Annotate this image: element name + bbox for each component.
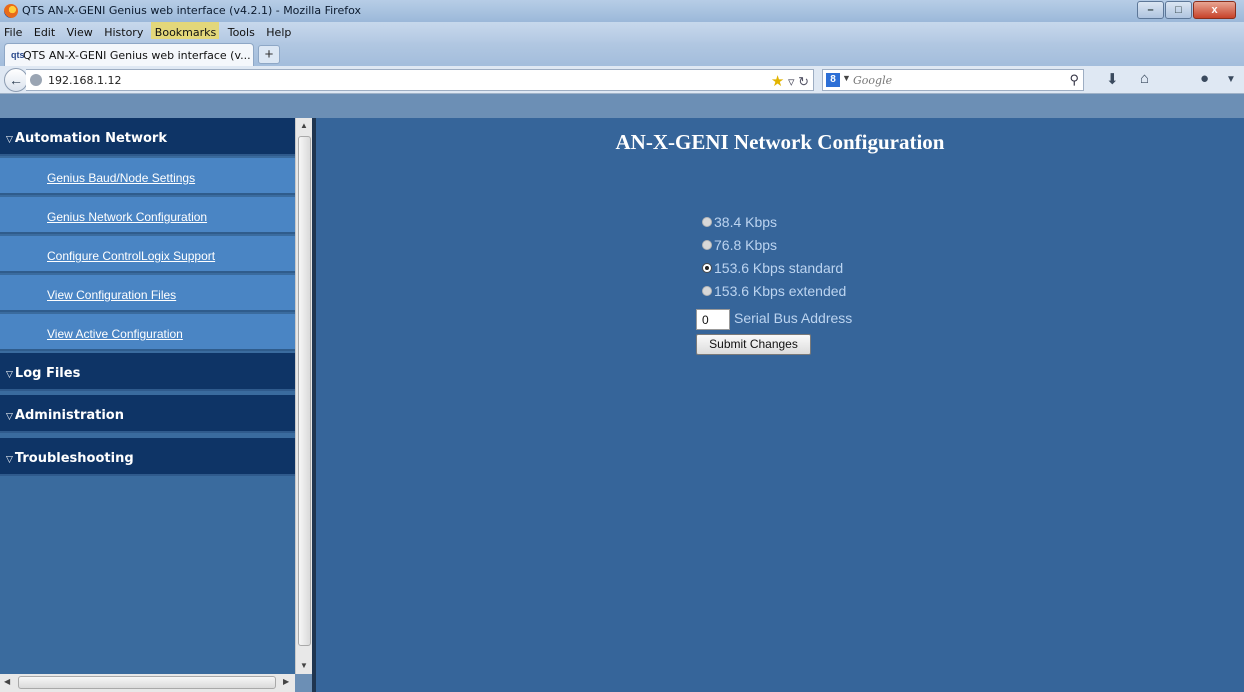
baud-option-153-6-extended[interactable]: 153.6 Kbps extended xyxy=(702,281,846,301)
minimize-button[interactable]: – xyxy=(1137,1,1164,19)
sidebar-section-label: Administration xyxy=(14,408,124,423)
sidebar-horizontal-scrollbar[interactable]: ◀ ▶ xyxy=(0,674,295,692)
search-engine-dropdown-icon[interactable]: ▼ xyxy=(842,73,851,83)
menu-history[interactable]: History xyxy=(100,22,146,39)
sidebar-section-label: Log Files xyxy=(14,366,81,381)
baud-option-38-4[interactable]: 38.4 Kbps xyxy=(702,212,777,232)
sidebar-link-label[interactable]: View Configuration Files xyxy=(47,288,176,302)
sidebar-link-configure-controllogix-support[interactable]: Configure ControlLogix Support xyxy=(0,236,295,273)
sidebar-link-view-configuration-files[interactable]: View Configuration Files xyxy=(0,275,295,312)
radio-button[interactable] xyxy=(702,286,712,296)
radio-button[interactable] xyxy=(702,240,712,250)
sidebar-section-label: Automation Network xyxy=(14,131,167,146)
page-content: ▽ Automation Network Genius Baud/Node Set… xyxy=(0,118,1244,692)
browser-tab[interactable]: qts QTS AN-X-GENI Genius web interface (… xyxy=(4,43,254,66)
sidebar-link-label[interactable]: Configure ControlLogix Support xyxy=(47,249,215,263)
horizontal-scroll-thumb[interactable] xyxy=(18,676,276,689)
bookmark-star-icon[interactable]: ★ xyxy=(771,73,784,90)
menu-edit[interactable]: Edit xyxy=(30,22,58,39)
expand-triangle-icon: ▽ xyxy=(6,412,13,422)
menu-bookmarks[interactable]: Bookmarks xyxy=(150,22,220,39)
menu-view[interactable]: View xyxy=(63,22,96,39)
sidebar: ▽ Automation Network Genius Baud/Node Set… xyxy=(0,118,295,692)
url-tools: ★ ▿ ↻ xyxy=(771,72,809,90)
baud-option-76-8[interactable]: 76.8 Kbps xyxy=(702,235,777,255)
serial-bus-address-label: Serial Bus Address xyxy=(734,310,853,326)
radio-button[interactable] xyxy=(702,217,712,227)
close-button[interactable]: x xyxy=(1193,1,1236,19)
window-titlebar: QTS AN-X-GENI Genius web interface (v4.2… xyxy=(0,0,1244,22)
download-icon[interactable]: ⬇ xyxy=(1106,70,1119,88)
toolbar-menu-chevron-down-icon[interactable]: ▼ xyxy=(1226,74,1236,85)
baud-option-153-6-standard[interactable]: 153.6 Kbps standard xyxy=(702,258,843,278)
url-bar[interactable]: 192.168.1.12 ★ ▿ ↻ xyxy=(26,69,814,91)
tab-bar: qts QTS AN-X-GENI Genius web interface (… xyxy=(0,42,1244,66)
back-button[interactable]: ← xyxy=(4,68,28,92)
maximize-button[interactable]: □ xyxy=(1165,1,1192,19)
navigation-toolbar: ← 192.168.1.12 ★ ▿ ↻ 8 ▼ Google ⚲ ⬇ ⌂ ● … xyxy=(0,66,1244,94)
sidebar-section-log-files[interactable]: ▽ Log Files xyxy=(0,353,295,391)
firefox-logo-icon xyxy=(4,4,18,18)
window-title: QTS AN-X-GENI Genius web interface (v4.2… xyxy=(22,4,362,17)
menu-help[interactable]: Help xyxy=(262,22,294,39)
home-icon[interactable]: ⌂ xyxy=(1140,70,1149,87)
history-dropdown-icon[interactable]: ▿ xyxy=(788,74,795,89)
sidebar-section-troubleshooting[interactable]: ▽ Troubleshooting xyxy=(0,438,295,476)
scroll-down-arrow-icon[interactable]: ▼ xyxy=(300,661,308,670)
sidebar-link-genius-network-configuration[interactable]: Genius Network Configuration xyxy=(0,197,295,234)
expand-triangle-icon: ▽ xyxy=(6,370,13,380)
sidebar-link-genius-baud-node-settings[interactable]: Genius Baud/Node Settings xyxy=(0,158,295,195)
radio-label: 153.6 Kbps standard xyxy=(714,260,844,276)
search-bar[interactable]: 8 ▼ Google ⚲ xyxy=(822,69,1084,91)
sidebar-section-label: Troubleshooting xyxy=(14,451,134,466)
menu-bar: File Edit View History Bookmarks Tools H… xyxy=(0,22,1244,42)
sidebar-section-automation-network[interactable]: ▽ Automation Network xyxy=(0,118,295,156)
site-favicon-icon: qts xyxy=(11,50,25,60)
sidebar-section-administration[interactable]: ▽ Administration xyxy=(0,395,295,433)
radio-label: 38.4 Kbps xyxy=(714,214,778,230)
url-text[interactable]: 192.168.1.12 xyxy=(48,74,121,87)
reload-icon[interactable]: ↻ xyxy=(798,74,809,89)
main-panel: AN-X-GENI Network Configuration 38.4 Kbp… xyxy=(316,118,1244,692)
menu-file[interactable]: File xyxy=(0,22,25,39)
back-arrow-icon: ← xyxy=(9,72,23,88)
sidebar-link-label[interactable]: View Active Configuration xyxy=(47,327,183,341)
search-input[interactable]: Google xyxy=(853,74,892,87)
sidebar-link-label[interactable]: Genius Baud/Node Settings xyxy=(47,171,195,185)
menu-tools[interactable]: Tools xyxy=(224,22,258,39)
radio-button-selected[interactable] xyxy=(702,263,712,273)
scroll-up-arrow-icon[interactable]: ▲ xyxy=(300,121,308,130)
scroll-left-arrow-icon[interactable]: ◀ xyxy=(4,677,10,686)
addon-icon[interactable]: ● xyxy=(1200,70,1209,87)
page-title: AN-X-GENI Network Configuration xyxy=(615,130,945,154)
new-tab-button[interactable]: + xyxy=(258,45,280,64)
expand-triangle-icon: ▽ xyxy=(6,135,13,145)
sidebar-link-view-active-configuration[interactable]: View Active Configuration xyxy=(0,314,295,351)
serial-bus-address-input[interactable]: 0 xyxy=(696,309,730,330)
search-engine-icon[interactable]: 8 xyxy=(826,73,840,87)
window-controls: – □ x xyxy=(1136,1,1236,19)
search-icon[interactable]: ⚲ xyxy=(1069,72,1079,88)
radio-label: 153.6 Kbps extended xyxy=(714,283,847,299)
tab-title: QTS AN-X-GENI Genius web interface (v... xyxy=(23,49,251,62)
vertical-scroll-thumb[interactable] xyxy=(298,136,311,646)
expand-triangle-icon: ▽ xyxy=(6,455,13,465)
sidebar-vertical-scrollbar[interactable]: ▲ ▼ xyxy=(295,118,312,674)
radio-label: 76.8 Kbps xyxy=(714,237,778,253)
globe-icon xyxy=(30,74,42,86)
sidebar-link-label[interactable]: Genius Network Configuration xyxy=(47,210,207,224)
scroll-right-arrow-icon[interactable]: ▶ xyxy=(283,677,289,686)
submit-changes-button[interactable]: Submit Changes xyxy=(696,334,811,355)
